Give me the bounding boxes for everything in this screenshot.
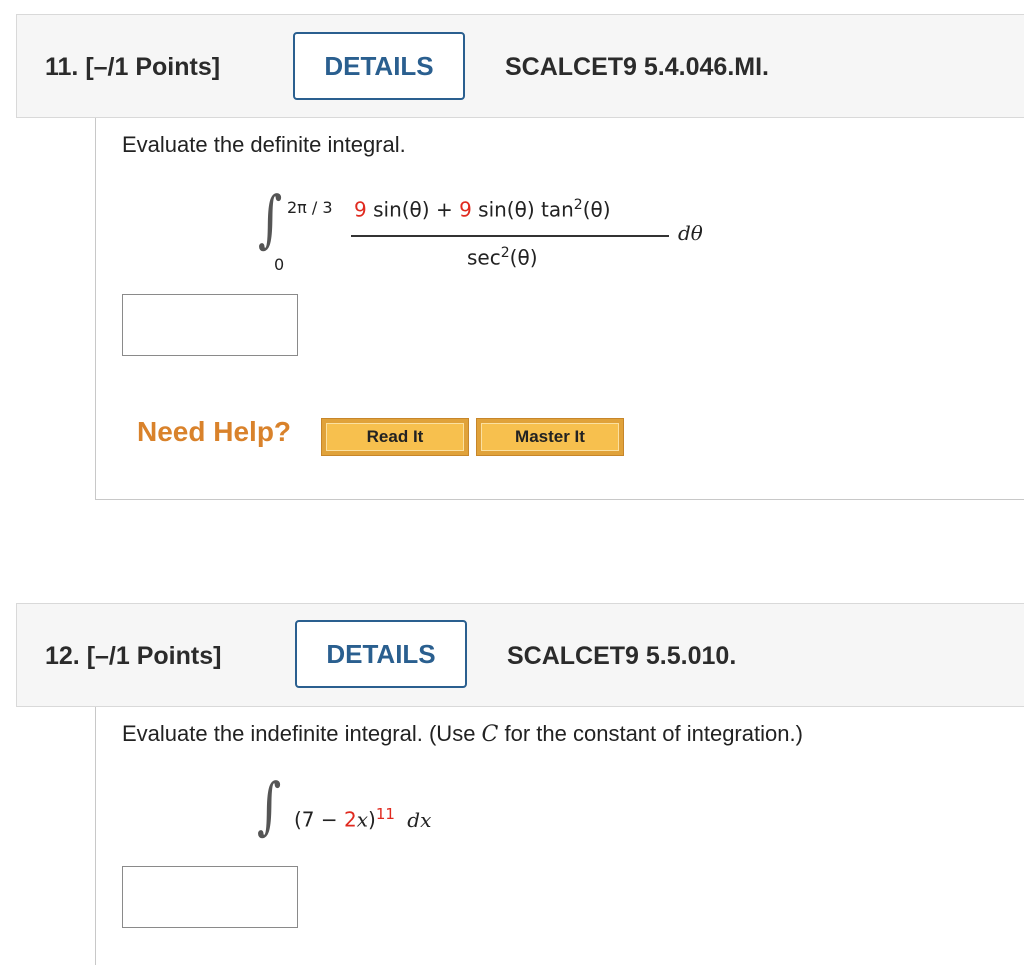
question-11-details-button[interactable]: DETAILS — [293, 32, 465, 100]
question-11-answer-input[interactable] — [122, 294, 298, 356]
denominator-base: sec — [467, 245, 501, 270]
question-12-body: Evaluate the indefinite integral. (Use C… — [95, 707, 1024, 965]
question-12-answer-input[interactable] — [122, 866, 298, 928]
question-11-code: SCALCET9 5.4.046.MI. — [505, 53, 769, 81]
denominator-exponent: 2 — [500, 245, 510, 261]
integral-sign: ∫ — [258, 182, 283, 255]
integral-denominator: sec2(θ) — [467, 245, 538, 270]
integrand-exponent: 11 — [375, 805, 395, 823]
need-help-label: Need Help? — [137, 416, 292, 447]
question-11-header: 11. [–/1 Points] DETAILS SCALCET9 5.4.04… — [16, 14, 1024, 118]
indefinite-integral: ∫ (7 − 2x)11 dx — [96, 707, 596, 857]
integrand-coefficient: 2 — [344, 807, 357, 832]
numerator-term-1: sin(θ) + — [366, 197, 460, 222]
numerator-exponent: 2 — [573, 197, 583, 213]
read-it-button[interactable]: Read It — [321, 418, 469, 456]
numerator-tail: (θ) — [582, 197, 611, 222]
integrand-close: ) — [368, 807, 376, 832]
integral-lower-limit: 0 — [274, 255, 285, 274]
integral-numerator: 9 sin(θ) + 9 sin(θ) tan2(θ) — [354, 197, 611, 222]
question-12-code: SCALCET9 5.5.010. — [507, 642, 737, 670]
integrand-variable: x — [356, 807, 369, 832]
master-it-button[interactable]: Master It — [476, 418, 624, 456]
definite-integral: ∫ 2π / 3 0 9 sin(θ) + 9 sin(θ) tan2(θ) s… — [96, 118, 796, 288]
integrand-differential: dx — [407, 807, 432, 832]
question-11-number: 11. [–/1 Points] — [45, 53, 221, 81]
integral-differential: dθ — [678, 221, 703, 245]
fraction-bar — [351, 235, 669, 237]
integral-upper-limit: 2π / 3 — [287, 198, 333, 217]
master-it-label: Master It — [481, 423, 619, 451]
numerator-coefficient-2: 9 — [459, 197, 472, 222]
integrand: (7 − 2x)11 dx — [294, 805, 431, 832]
read-it-label: Read It — [326, 423, 464, 451]
question-12-details-button[interactable]: DETAILS — [295, 620, 467, 688]
question-12-header: 12. [–/1 Points] DETAILS SCALCET9 5.5.01… — [16, 603, 1024, 707]
question-11-body: Evaluate the definite integral. ∫ 2π / 3… — [95, 118, 1024, 500]
numerator-term-2: sin(θ) tan — [471, 197, 574, 222]
integrand-open: (7 − — [294, 807, 344, 832]
numerator-coefficient-1: 9 — [354, 197, 367, 222]
denominator-tail: (θ) — [509, 245, 538, 270]
question-12-number: 12. [–/1 Points] — [45, 642, 222, 670]
integral-sign-2: ∫ — [257, 769, 282, 842]
